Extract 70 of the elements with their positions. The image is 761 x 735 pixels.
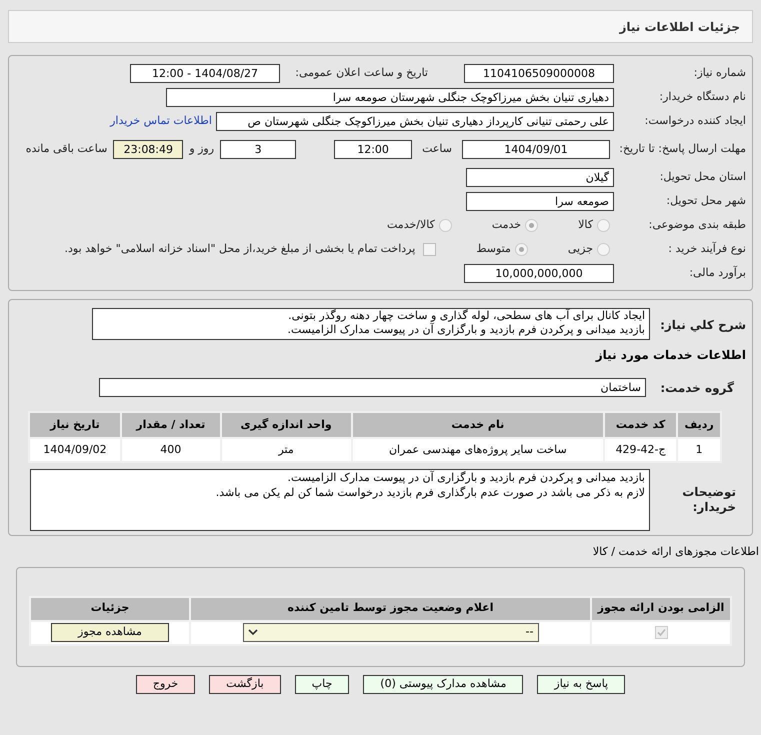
text-field[interactable]: دهیاری تنیان بخش میرزاکوچک جنگلی شهرستان صومعه سرا — [166, 88, 614, 106]
column-header: تاریخ نیاز — [29, 412, 121, 438]
field-label: شماره نیاز: — [692, 64, 746, 81]
table-cell: متر — [220, 438, 352, 462]
summary-textarea[interactable]: ایجاد کانال برای آب های سطحی، لوله گذاری و ساخت چهار دهنه روگذر بتونی. بازدید میدانی و پرکردن فرم بازدید و بارگزاری آن در پیوست مدارک الزامیست. — [92, 308, 650, 340]
radio-button[interactable] — [597, 218, 610, 232]
column-header: ردیف — [677, 412, 721, 438]
notes-textarea[interactable]: بازدید میدانی و پرکردن فرم بازدید و بارگزاری آن در پیوست مدارک الزامیست. لازم به ذکر می باشد در صورت عدم بارگذاری فرم بازدید درخواست شما کن لم یکن می باشد. — [30, 469, 650, 531]
text-field[interactable]: علی رحمتی تنیانی کارپرداز دهیاری تنیان بخش میرزاکوچک جنگلی شهرستان ص — [216, 112, 614, 130]
checkbox[interactable] — [423, 242, 436, 256]
text-field[interactable]: 1104106509000008 — [464, 64, 614, 82]
countdown-field: 23:08:49 — [113, 140, 184, 158]
field-label: خدمت — [492, 216, 522, 233]
field-label: مهلت ارسال پاسخ: تا تاریخ: — [618, 142, 746, 156]
table-cell: 400 — [120, 438, 221, 462]
column-header: تعداد / مقدار — [120, 412, 221, 438]
column-header: واحد اندازه گیری — [220, 412, 352, 438]
radio-button[interactable] — [597, 242, 610, 256]
field-label: متوسط — [476, 240, 511, 257]
radio-button[interactable] — [438, 218, 452, 232]
action-button[interactable]: بازگشت — [209, 674, 281, 694]
section-title: اطلاعات مجوزهای ارائه خدمت / کالا — [592, 544, 759, 560]
text-field[interactable]: 10,000,000,000 — [464, 264, 614, 282]
column-header: کد خدمت — [604, 412, 678, 438]
table-cell: ساخت سایر پروژه‌های مهندسی عمران — [352, 438, 604, 462]
text-field[interactable]: 1404/08/27 - 12:00 — [130, 64, 280, 82]
field-label: برآورد مالی: — [688, 264, 746, 281]
field-label: کالا — [578, 216, 593, 233]
action-button[interactable]: مشاهده مدارک پیوستی (0) — [363, 674, 524, 694]
field-label: ساعت — [422, 140, 452, 157]
status-dropdown[interactable]: -- — [242, 623, 538, 642]
view-license-button[interactable]: مشاهده مجوز — [51, 623, 169, 642]
field-label: شهر محل تحویل: — [665, 192, 746, 209]
field-label: توضیحات خریدار: — [681, 485, 736, 515]
text-field[interactable]: ساختمان — [99, 378, 646, 397]
action-button[interactable]: چاپ — [294, 674, 350, 694]
text-field[interactable]: 12:00 — [334, 140, 412, 158]
column-header: جزئیات — [30, 596, 190, 620]
radio-button[interactable] — [514, 242, 528, 256]
field-label: طبقه بندی موضوعی: — [648, 216, 746, 233]
section-title: اطلاعات خدمات مورد نیاز — [594, 347, 746, 364]
table-cell: 1404/09/02 — [29, 438, 121, 462]
table-cell: 1 — [677, 438, 721, 462]
page-header: جزئیات اطلاعات نیاز — [8, 10, 753, 43]
text-field[interactable]: گیلان — [466, 168, 614, 186]
column-header: الزامی بودن ارائه مجوز — [591, 596, 731, 620]
column-header: نام خدمت — [352, 412, 604, 438]
contact-link[interactable]: اطلاعات تماس خریدار — [110, 112, 212, 130]
text-field[interactable]: صومعه سرا — [466, 192, 614, 210]
field-label: شرح کلي نياز: — [659, 317, 746, 334]
text-field[interactable]: 1404/09/01 — [462, 140, 610, 158]
chevron-down-icon — [248, 629, 258, 636]
field-label: ایجاد کننده درخواست: — [644, 112, 746, 129]
field-label: نام دستگاه خریدار: — [658, 88, 746, 105]
column-header: اعلام وضعیت مجوز توسط تامین کننده — [190, 596, 591, 620]
field-label: استان محل تحویل: — [658, 168, 746, 185]
field-label: پرداخت تمام یا بخشی از مبلغ خرید،از محل "اسناد خزانه اسلامی" خواهد بود. — [64, 240, 416, 257]
field-label: روز و — [189, 140, 214, 157]
action-button[interactable]: پاسخ به نیاز — [537, 674, 626, 694]
field-label: نوع فرآیند خرید : — [667, 240, 746, 257]
field-label: گروه خدمت: — [659, 380, 735, 396]
field-label: کالا/خدمت — [387, 216, 435, 233]
field-label: تاریخ و ساعت اعلان عمومی: — [294, 64, 428, 81]
field-label: جزیی — [568, 240, 593, 257]
field-label: ساعت باقی مانده — [26, 140, 108, 157]
text-field[interactable]: 3 — [220, 140, 296, 158]
table-cell: ج-42-429 — [604, 438, 678, 462]
checkbox[interactable] — [654, 626, 668, 639]
action-button[interactable]: خروج — [136, 674, 196, 694]
radio-button[interactable] — [525, 218, 538, 232]
